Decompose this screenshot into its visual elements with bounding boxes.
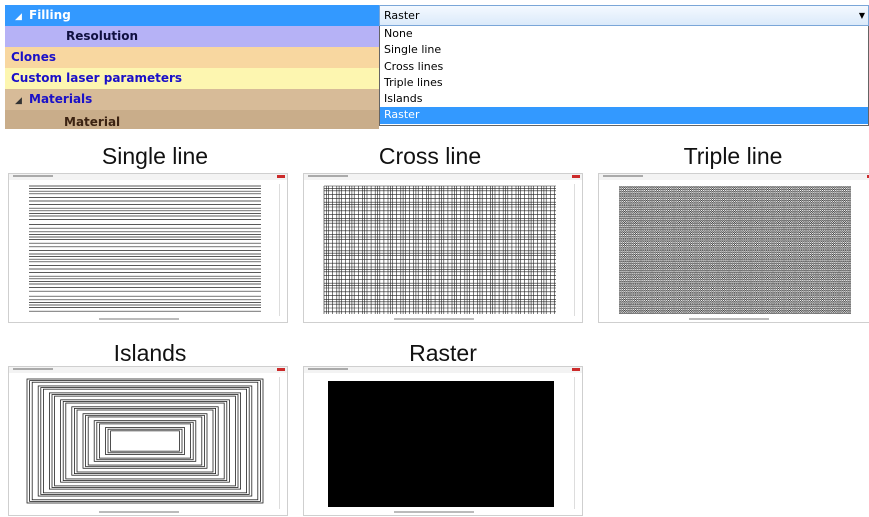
horizontal-scrollbar — [689, 318, 769, 320]
grid-row-materials[interactable]: ◢ Materials — [5, 89, 379, 110]
dropdown-option-triple-lines[interactable]: Triple lines — [380, 75, 868, 91]
caption-islands: Islands — [113, 340, 187, 366]
property-grid: ◢ Filling Resolution Clones Custom laser … — [5, 5, 379, 129]
caption-cross-line: Cross line — [378, 143, 482, 169]
combobox-value: Raster — [384, 9, 420, 22]
caption-single-line: Single line — [101, 143, 209, 169]
grid-row-label: Filling — [29, 8, 71, 22]
filling-dropdown-list: None Single line Cross lines Triple line… — [379, 26, 869, 126]
grid-row-material[interactable]: Material — [5, 110, 379, 129]
expand-triangle-icon[interactable]: ◢ — [15, 7, 27, 28]
vertical-scrollbar — [574, 184, 579, 316]
islands-pattern — [26, 378, 264, 504]
filling-combobox[interactable]: Raster ▼ — [379, 5, 869, 26]
single-line-pattern — [29, 185, 261, 312]
horizontal-scrollbar — [99, 511, 179, 513]
horizontal-scrollbar — [394, 511, 474, 513]
caption-raster: Raster — [409, 340, 477, 366]
vertical-scrollbar — [574, 377, 579, 509]
grid-row-label: Clones — [11, 50, 56, 64]
raster-pattern — [328, 381, 554, 507]
dropdown-option-raster[interactable]: Raster — [380, 107, 868, 124]
chevron-down-icon[interactable]: ▼ — [859, 6, 865, 25]
dropdown-option-cross-lines[interactable]: Cross lines — [380, 59, 868, 75]
triple-line-pattern — [619, 186, 851, 314]
preview-raster — [303, 366, 583, 516]
preview-single-line — [8, 173, 288, 323]
dropdown-option-islands[interactable]: Islands — [380, 91, 868, 107]
grid-row-filling[interactable]: ◢ Filling — [5, 5, 379, 26]
dropdown-option-none[interactable]: None — [380, 26, 868, 42]
dropdown-option-single-line[interactable]: Single line — [380, 42, 868, 58]
grid-row-label: Resolution — [66, 29, 139, 43]
caption-triple-line: Triple line — [683, 143, 783, 169]
preview-islands — [8, 366, 288, 516]
vertical-scrollbar — [279, 184, 284, 316]
horizontal-scrollbar — [394, 318, 474, 320]
grid-row-label: Material — [64, 115, 121, 129]
cross-line-pattern — [323, 185, 556, 314]
horizontal-scrollbar — [99, 318, 179, 320]
grid-row-label: Materials — [29, 92, 93, 106]
grid-row-label: Custom laser parameters — [11, 71, 183, 85]
grid-row-custom-laser-parameters[interactable]: Custom laser parameters — [5, 68, 379, 89]
grid-row-resolution[interactable]: Resolution — [5, 26, 379, 47]
expand-triangle-icon[interactable]: ◢ — [15, 91, 27, 112]
vertical-scrollbar — [279, 377, 284, 509]
grid-row-clones[interactable]: Clones — [5, 47, 379, 68]
preview-cross-line — [303, 173, 583, 323]
preview-triple-line — [598, 173, 869, 323]
